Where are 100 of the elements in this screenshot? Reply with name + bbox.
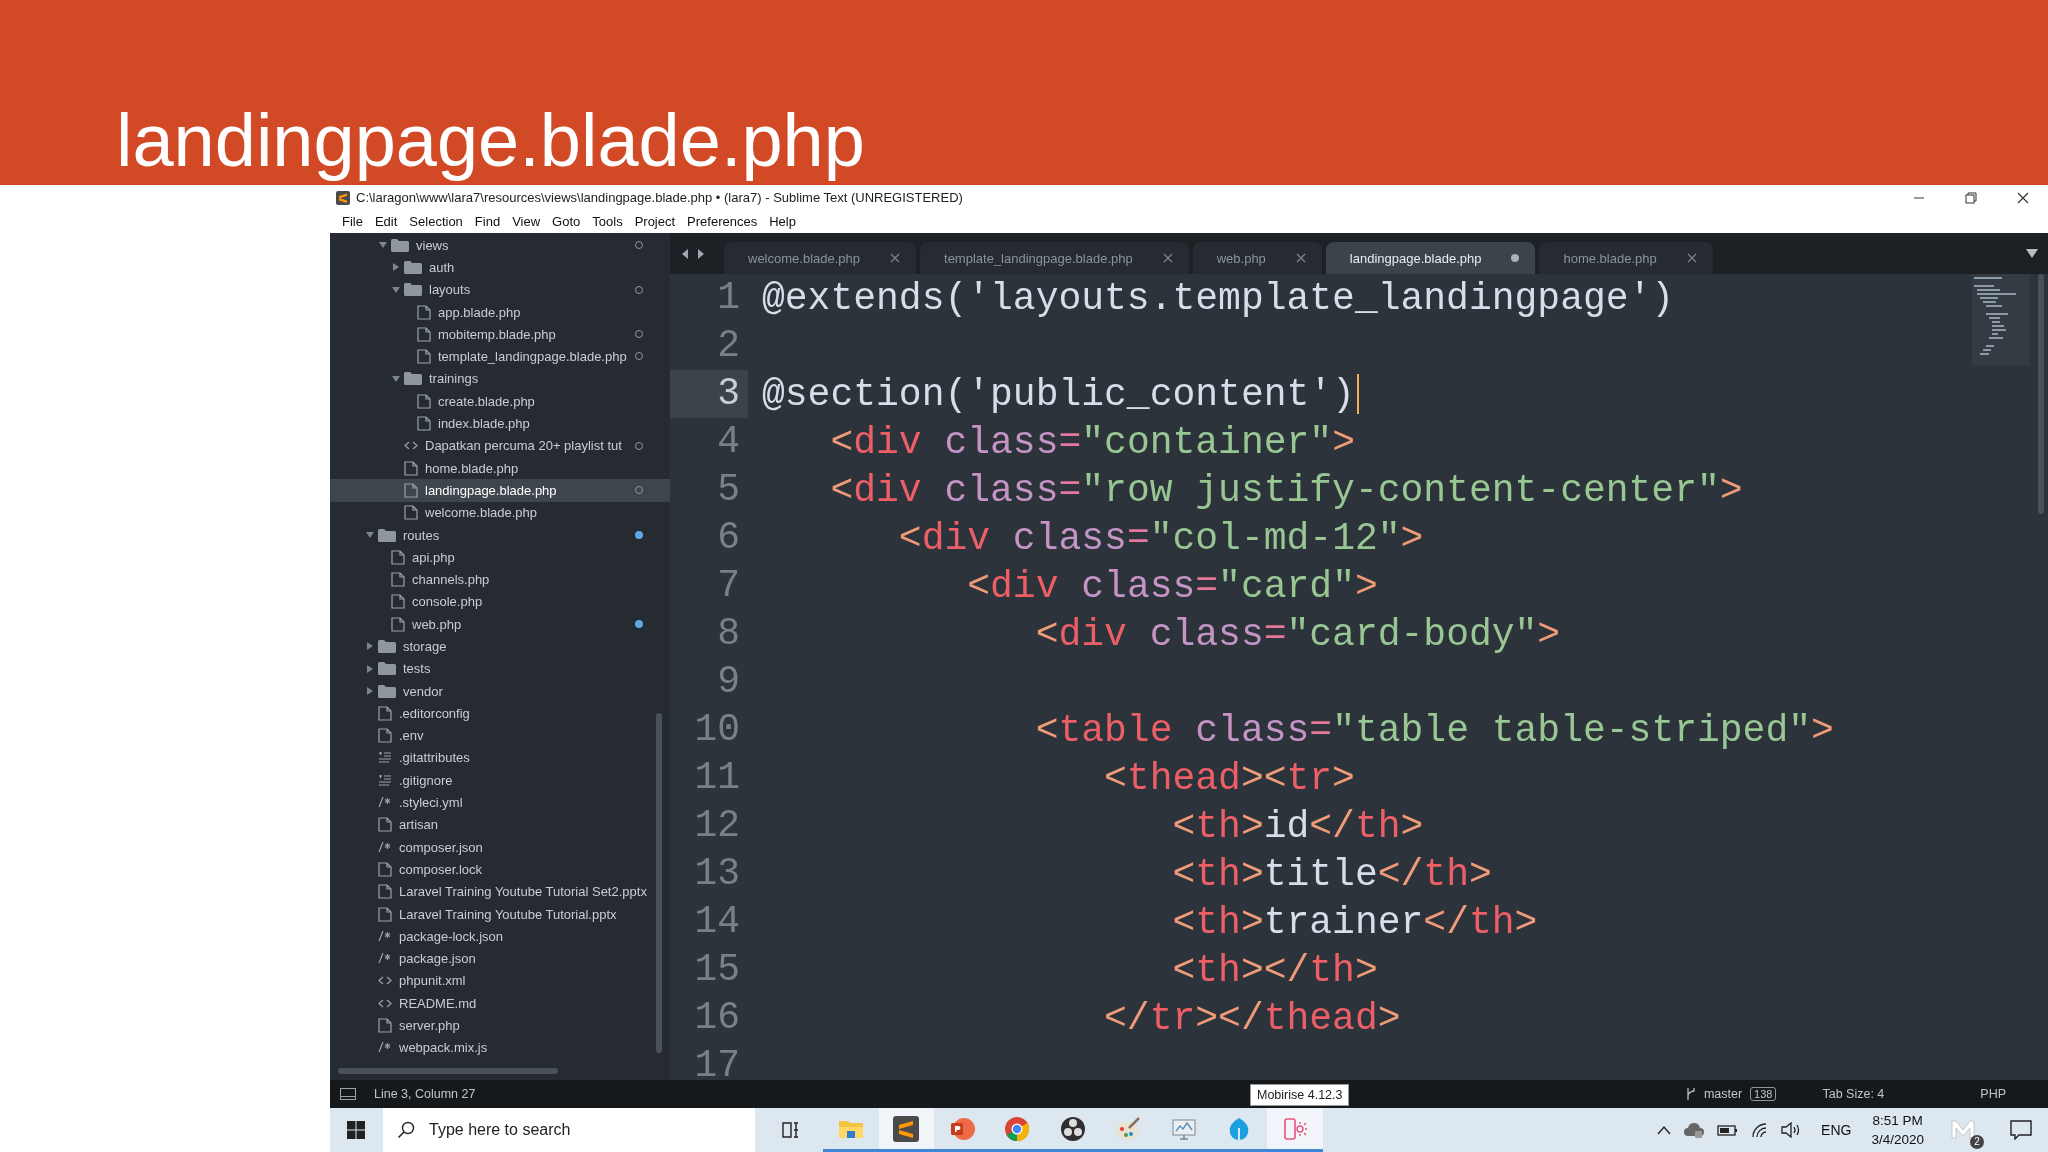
app-logo-icon[interactable] xyxy=(1950,1117,1976,1140)
tree-item[interactable]: package.json xyxy=(330,947,670,970)
tree-item[interactable]: Dapatkan percuma 20+ playlist tut xyxy=(330,434,670,457)
expand-arrow-icon[interactable] xyxy=(366,642,374,651)
tab-size[interactable]: Tab Size: 4 xyxy=(1822,1087,1885,1101)
minimap-drawing[interactable] xyxy=(1972,274,2030,366)
clock[interactable]: 8:51 PM 3/4/2020 xyxy=(1871,1111,1924,1149)
close-icon[interactable] xyxy=(2016,190,2030,205)
file-icon xyxy=(378,728,392,744)
tree-item[interactable]: .env xyxy=(330,724,670,747)
tree-item[interactable]: index.blade.php xyxy=(330,412,670,435)
tab[interactable]: home.blade.php xyxy=(1539,242,1713,274)
menu-item[interactable]: Preferences xyxy=(681,214,764,229)
tree-item[interactable]: Laravel Training Youtube Tutorial.pptx xyxy=(330,902,670,926)
text-cursor xyxy=(1356,374,1359,414)
volume-icon[interactable] xyxy=(1781,1122,1802,1138)
tree-item[interactable]: api.php xyxy=(330,546,670,569)
tree-item[interactable]: app.blade.php xyxy=(330,300,670,324)
tree-item[interactable]: webpack.mix.js xyxy=(330,1036,670,1059)
cloud-icon[interactable] xyxy=(1683,1121,1706,1139)
dropdown-arrow-icon[interactable] xyxy=(2026,249,2038,258)
collapse-arrow-icon[interactable] xyxy=(366,531,374,539)
tree-item[interactable]: .gitignore xyxy=(330,769,670,792)
tree-item[interactable]: mobitemp.blade.php xyxy=(330,323,670,346)
expand-arrow-icon[interactable] xyxy=(366,664,374,673)
tree-item[interactable]: tests xyxy=(330,657,670,680)
app-logo-icon xyxy=(1059,1115,1086,1142)
menu-item[interactable]: Selection xyxy=(403,214,469,229)
tab[interactable]: landingpage.blade.php xyxy=(1325,242,1536,274)
taskbar-button[interactable] xyxy=(878,1108,934,1152)
tree-item[interactable]: .styleci.yml xyxy=(330,791,670,814)
tree-item[interactable]: console.php xyxy=(330,590,670,614)
tree-item[interactable]: template_landingpage.blade.php xyxy=(330,345,670,368)
tree-item[interactable]: routes xyxy=(330,523,670,547)
expand-arrow-icon[interactable] xyxy=(392,263,400,272)
collapse-arrow-icon[interactable] xyxy=(379,241,387,250)
tree-item[interactable]: .gitattributes xyxy=(330,746,670,770)
tree-item[interactable]: home.blade.php xyxy=(330,456,670,480)
tree-item[interactable]: channels.php xyxy=(330,568,670,591)
tab[interactable]: welcome.blade.php xyxy=(724,242,917,274)
tree-item[interactable]: phpunit.xml xyxy=(330,969,670,993)
tree-item[interactable]: landingpage.blade.php xyxy=(330,479,670,502)
scrollbar[interactable] xyxy=(2038,274,2044,514)
action-center-icon[interactable] xyxy=(2010,1120,2032,1140)
tab[interactable]: web.php xyxy=(1192,242,1322,274)
tree-item[interactable]: Laravel Training Youtube Tutorial Set2.pptx xyxy=(330,880,670,903)
phone-icon xyxy=(1281,1115,1308,1142)
palette-icon xyxy=(1115,1115,1142,1142)
line-number: 17 xyxy=(693,1043,741,1080)
tree-item[interactable]: composer.json xyxy=(330,836,670,859)
text-lines-icon xyxy=(378,750,392,766)
code-line: <div class="card-body"> xyxy=(1034,612,1561,656)
tree-item[interactable]: create.blade.php xyxy=(330,390,670,413)
tree-item[interactable]: views xyxy=(330,234,670,257)
start-icon[interactable] xyxy=(347,1121,365,1139)
task-view-icon[interactable] xyxy=(781,1120,801,1140)
menu-item[interactable]: Find xyxy=(468,214,507,229)
tree-item[interactable]: web.php xyxy=(330,613,670,636)
tree-item[interactable]: .editorconfig xyxy=(330,702,670,725)
scrollbar[interactable] xyxy=(338,1068,558,1074)
tree-item[interactable]: server.php xyxy=(330,1014,670,1037)
scrollbar[interactable] xyxy=(656,713,662,1053)
line-number: 4 xyxy=(716,419,741,465)
file-icon xyxy=(378,817,392,833)
menu-item[interactable]: Help xyxy=(763,214,802,229)
menu-item[interactable]: File xyxy=(336,214,369,229)
caret-icon[interactable] xyxy=(1657,1125,1672,1135)
tree-item[interactable]: layouts xyxy=(330,278,670,301)
branch-name[interactable]: master xyxy=(1703,1087,1743,1101)
tree-item[interactable]: artisan xyxy=(330,813,670,836)
tree-item[interactable]: composer.lock xyxy=(330,858,670,881)
code-line: <div class="container"> xyxy=(829,420,1355,464)
panel-toggle-icon[interactable] xyxy=(340,1088,356,1100)
tree-item[interactable]: storage xyxy=(330,635,670,658)
menu-item[interactable]: View xyxy=(506,214,547,229)
collapse-arrow-icon[interactable] xyxy=(392,285,400,294)
menu-item[interactable]: Tools xyxy=(586,214,629,229)
language-indicator[interactable]: ENG xyxy=(1821,1122,1852,1138)
restore-icon[interactable] xyxy=(1964,190,1978,205)
collapse-arrow-icon[interactable] xyxy=(392,374,400,383)
tree-item[interactable]: package-lock.json xyxy=(330,925,670,948)
tree-item[interactable]: trainings xyxy=(330,367,670,391)
battery-icon[interactable] xyxy=(1717,1123,1740,1137)
menu-item[interactable]: Project xyxy=(628,214,682,229)
folder-icon xyxy=(404,372,422,386)
menu-item[interactable]: Edit xyxy=(368,214,404,229)
tree-item[interactable]: vendor xyxy=(330,679,670,703)
expand-arrow-icon[interactable] xyxy=(366,687,374,696)
search-field[interactable]: Type here to search xyxy=(383,1108,755,1152)
tree-item[interactable]: auth xyxy=(330,256,670,279)
line-number: 14 xyxy=(693,899,741,945)
line-number: 2 xyxy=(716,323,741,369)
menu-item[interactable]: Goto xyxy=(546,214,587,229)
folder-icon xyxy=(378,684,396,698)
tab-nav-arrows-icon[interactable] xyxy=(682,247,704,260)
code-line: <div class="card"> xyxy=(966,564,1378,608)
tree-item[interactable]: README.md xyxy=(330,992,670,1015)
tree-item[interactable]: welcome.blade.php xyxy=(330,501,670,524)
tab[interactable]: template_landingpage.blade.php xyxy=(920,242,1189,274)
syntax-name[interactable]: PHP xyxy=(1980,1087,2006,1101)
